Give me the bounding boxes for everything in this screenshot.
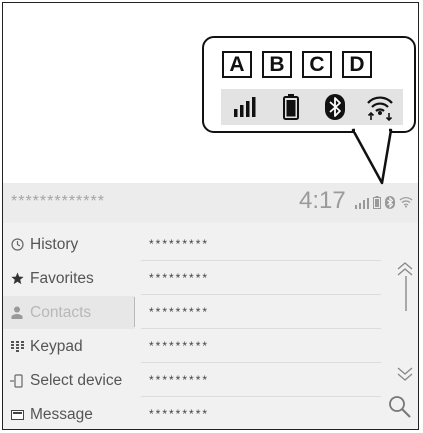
list-item[interactable]: ********* (141, 228, 381, 261)
sidebar-item-message[interactable]: Message (3, 398, 135, 429)
star-icon (6, 272, 28, 285)
sidebar-item-favorites[interactable]: Favorites (3, 262, 135, 295)
sidebar-item-label: Message (30, 405, 93, 423)
sidebar-item-label: Contacts (30, 303, 92, 321)
contact-name: ********* (149, 237, 210, 251)
list-item[interactable]: ********* (141, 398, 381, 429)
sidebar-item-history[interactable]: History (3, 228, 135, 261)
sidebar-item-label: History (30, 235, 79, 253)
search-button[interactable] (387, 394, 417, 424)
scrollbar[interactable] (405, 276, 407, 311)
contact-name: ********* (149, 305, 210, 319)
sidebar-item-keypad[interactable]: Keypad (3, 330, 135, 363)
clock-icon (6, 238, 28, 251)
list-item[interactable]: ********* (141, 364, 381, 397)
sidebar-item-contacts[interactable]: Contacts (3, 296, 135, 329)
contact-name: ********* (149, 271, 210, 285)
contact-name: ********* (149, 339, 210, 353)
keypad-icon (6, 341, 28, 352)
list-item[interactable]: ********* (141, 262, 381, 295)
envelope-icon (6, 409, 28, 420)
figure-frame: A B C D ************* 4:17 History Favor… (2, 2, 419, 430)
active-divider (134, 297, 135, 327)
sidebar-item-label: Favorites (30, 269, 94, 287)
contact-name: ********* (149, 407, 210, 421)
phone-device-icon (6, 373, 28, 388)
phone-screen: ************* 4:17 History Favorites Con… (3, 183, 418, 429)
double-chevron-down-icon[interactable] (394, 367, 416, 386)
sidebar-item-label: Select device (30, 371, 123, 389)
sidebar-item-select-device[interactable]: Select device (3, 364, 135, 397)
callout-pointer (351, 128, 393, 185)
list-item[interactable]: ********* (141, 330, 381, 363)
contact-name: ********* (149, 373, 210, 387)
sidebar-menu: History Favorites Contacts Keypad Select… (3, 223, 135, 429)
search-icon (387, 396, 413, 424)
list-item[interactable]: ********* (141, 296, 381, 329)
sidebar-item-label: Keypad (30, 337, 83, 355)
person-icon (6, 306, 28, 319)
